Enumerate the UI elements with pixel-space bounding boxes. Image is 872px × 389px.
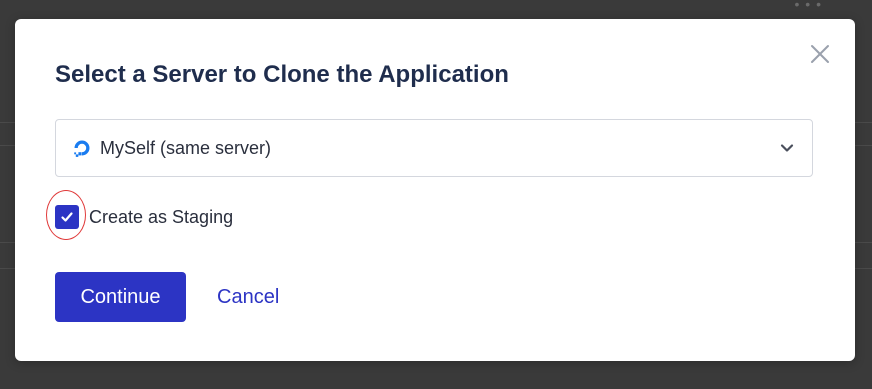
checkmark-icon — [61, 212, 73, 222]
staging-option: Create as Staging — [55, 205, 233, 229]
close-icon[interactable] — [809, 43, 831, 65]
server-select[interactable]: MySelf (same server) — [55, 119, 813, 177]
create-as-staging-checkbox[interactable] — [55, 205, 79, 229]
clone-application-modal: Select a Server to Clone the Application… — [15, 19, 855, 361]
digitalocean-logo-icon — [74, 140, 90, 157]
continue-button[interactable]: Continue — [55, 272, 186, 322]
modal-title: Select a Server to Clone the Application — [55, 61, 509, 88]
create-as-staging-label[interactable]: Create as Staging — [89, 207, 233, 228]
cancel-button[interactable]: Cancel — [207, 272, 289, 322]
background-menu-dots-icon: • • • — [794, 0, 822, 12]
server-select-value: MySelf (same server) — [100, 137, 272, 158]
chevron-down-icon — [780, 144, 794, 152]
